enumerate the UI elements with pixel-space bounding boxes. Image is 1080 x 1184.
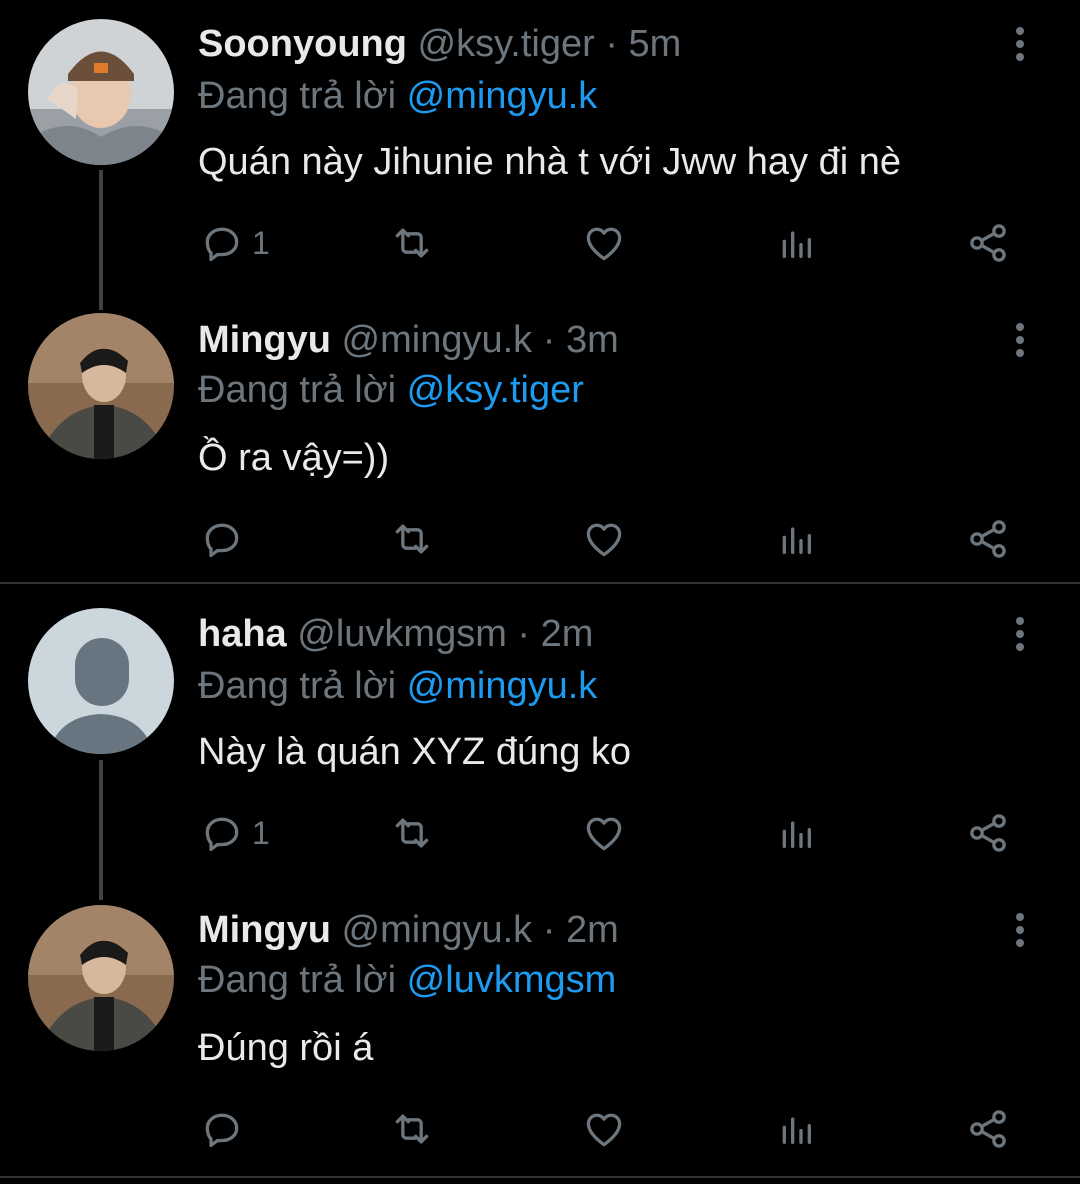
share-button[interactable]	[966, 1101, 1010, 1157]
reply-button[interactable]	[200, 511, 252, 567]
like-button[interactable]	[582, 1101, 626, 1157]
analytics-icon	[782, 231, 811, 258]
views-button[interactable]	[776, 215, 816, 271]
timestamp[interactable]: 2m	[541, 613, 594, 655]
display-name[interactable]: haha	[198, 613, 287, 655]
mention-link[interactable]: @luvkmgsm	[407, 959, 617, 1001]
retweet-button[interactable]	[388, 511, 436, 567]
user-handle[interactable]: @mingyu.k	[342, 909, 533, 951]
separator-dot: ·	[542, 909, 556, 951]
tweet-actions: 1	[0, 215, 1080, 271]
display-name[interactable]: Mingyu	[198, 319, 331, 361]
tweet-text: Quán này Jihunie nhà t với Jww hay đi nè	[198, 141, 901, 183]
reply-icon	[205, 1113, 239, 1148]
replying-to: Đang trả lời @luvkmgsm	[198, 954, 616, 1006]
retweet-button[interactable]	[388, 1101, 436, 1157]
reply-icon	[205, 523, 239, 558]
tweet-text: Ồ ra vậy=))	[198, 437, 390, 479]
reply-icon	[205, 817, 239, 852]
reply-icon	[205, 227, 239, 262]
avatar[interactable]	[28, 313, 174, 459]
display-name[interactable]: Soonyoung	[198, 23, 407, 65]
tweet-text: Đúng rồi á	[198, 1027, 374, 1069]
mention-link[interactable]: @mingyu.k	[407, 665, 598, 707]
replying-to-label: Đang trả lời	[198, 369, 397, 411]
more-vertical-icon[interactable]	[1000, 18, 1040, 70]
heart-icon	[586, 227, 622, 261]
analytics-icon	[782, 1117, 811, 1144]
tweet-header: Mingyu @mingyu.k · 2m	[198, 904, 619, 956]
tweet-actions	[0, 1101, 1080, 1157]
reply-button[interactable]	[200, 1101, 252, 1157]
retweet-icon	[395, 818, 429, 848]
replying-to: Đang trả lời @mingyu.k	[198, 660, 597, 712]
user-handle[interactable]: @mingyu.k	[342, 319, 533, 361]
bottom-divider	[0, 1176, 1080, 1178]
reply-count: 1	[252, 224, 270, 261]
share-button[interactable]	[966, 215, 1010, 271]
timestamp[interactable]: 2m	[566, 909, 619, 951]
retweet-icon	[395, 228, 429, 258]
analytics-icon	[782, 821, 811, 848]
thread-divider	[0, 582, 1080, 584]
share-icon	[970, 1110, 1006, 1148]
like-button[interactable]	[582, 511, 626, 567]
heart-icon	[586, 1113, 622, 1147]
replying-to: Đang trả lời @ksy.tiger	[198, 364, 584, 416]
avatar[interactable]	[28, 19, 174, 165]
timestamp[interactable]: 3m	[566, 319, 619, 361]
replying-to-label: Đang trả lời	[198, 665, 397, 707]
reply-button[interactable]: 1	[200, 805, 270, 861]
tweet[interactable]: Mingyu @mingyu.k · 3m Đang trả lời @ksy.…	[0, 296, 1080, 586]
views-button[interactable]	[776, 1101, 816, 1157]
avatar[interactable]	[28, 608, 174, 754]
share-button[interactable]	[966, 805, 1010, 861]
tweet[interactable]: haha @luvkmgsm · 2m Đang trả lời @mingyu…	[0, 590, 1080, 890]
tweet-actions: 1	[0, 805, 1080, 861]
more-vertical-icon[interactable]	[1000, 608, 1040, 660]
timestamp[interactable]: 5m	[629, 23, 682, 65]
tweet-header: Soonyoung @ksy.tiger · 5m	[198, 18, 681, 70]
replying-to-label: Đang trả lời	[198, 75, 397, 117]
reply-button[interactable]: 1	[200, 215, 270, 271]
reply-count: 1	[252, 814, 270, 851]
tweet-header: Mingyu @mingyu.k · 3m	[198, 314, 619, 366]
user-handle[interactable]: @luvkmgsm	[297, 613, 507, 655]
analytics-icon	[782, 527, 811, 554]
share-icon	[970, 520, 1006, 558]
retweet-icon	[395, 524, 429, 554]
display-name[interactable]: Mingyu	[198, 909, 331, 951]
share-button[interactable]	[966, 511, 1010, 567]
more-vertical-icon[interactable]	[1000, 314, 1040, 366]
retweet-button[interactable]	[388, 805, 436, 861]
mention-link[interactable]: @mingyu.k	[407, 75, 598, 117]
tweet-actions	[0, 511, 1080, 567]
share-icon	[970, 814, 1006, 852]
tweet[interactable]: Mingyu @mingyu.k · 2m Đang trả lời @luvk…	[0, 886, 1080, 1176]
heart-icon	[586, 523, 622, 557]
like-button[interactable]	[582, 215, 626, 271]
replying-to-label: Đang trả lời	[198, 959, 397, 1001]
share-icon	[970, 224, 1006, 262]
separator-dot: ·	[542, 319, 556, 361]
retweet-icon	[395, 1114, 429, 1144]
separator-dot: ·	[605, 23, 618, 65]
tweet-header: haha @luvkmgsm · 2m	[198, 608, 593, 660]
mention-link[interactable]: @ksy.tiger	[407, 369, 584, 411]
like-button[interactable]	[582, 805, 626, 861]
separator-dot: ·	[517, 613, 531, 655]
user-handle[interactable]: @ksy.tiger	[418, 23, 595, 65]
views-button[interactable]	[776, 511, 816, 567]
heart-icon	[586, 817, 622, 851]
views-button[interactable]	[776, 805, 816, 861]
more-vertical-icon[interactable]	[1000, 904, 1040, 956]
avatar[interactable]	[28, 905, 174, 1051]
replying-to: Đang trả lời @mingyu.k	[198, 70, 597, 122]
tweet[interactable]: Soonyoung @ksy.tiger · 5m Đang trả lời @…	[0, 0, 1080, 300]
retweet-button[interactable]	[388, 215, 436, 271]
tweet-text: Này là quán XYZ đúng ko	[198, 731, 632, 773]
